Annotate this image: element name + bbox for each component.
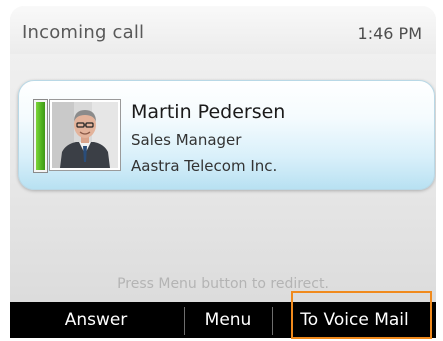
phone-display: Incoming call 1:46 PM Martin Pedersen Sa… xyxy=(0,0,443,341)
screen-title: Incoming call xyxy=(22,22,145,43)
call-status-indicator xyxy=(33,99,48,173)
status-bar: Incoming call 1:46 PM xyxy=(10,6,436,54)
softkey-bar: Answer Menu To Voice Mail xyxy=(10,302,436,338)
menu-button[interactable]: Menu xyxy=(185,302,271,338)
caller-photo-icon xyxy=(52,102,118,168)
caller-title: Sales Manager xyxy=(131,131,242,149)
incoming-call-screen: Incoming call 1:46 PM Martin Pedersen Sa… xyxy=(10,6,436,302)
caller-name: Martin Pedersen xyxy=(131,101,286,123)
call-status-indicator-fill xyxy=(36,102,45,170)
redirect-hint: Press Menu button to redirect. xyxy=(117,276,329,292)
clock: 1:46 PM xyxy=(357,24,422,43)
answer-button[interactable]: Answer xyxy=(10,302,182,338)
caller-card[interactable]: Martin Pedersen Sales Manager Aastra Tel… xyxy=(18,80,435,190)
caller-company: Aastra Telecom Inc. xyxy=(131,157,278,175)
caller-photo xyxy=(49,99,121,171)
voicemail-button[interactable]: To Voice Mail xyxy=(273,302,436,338)
